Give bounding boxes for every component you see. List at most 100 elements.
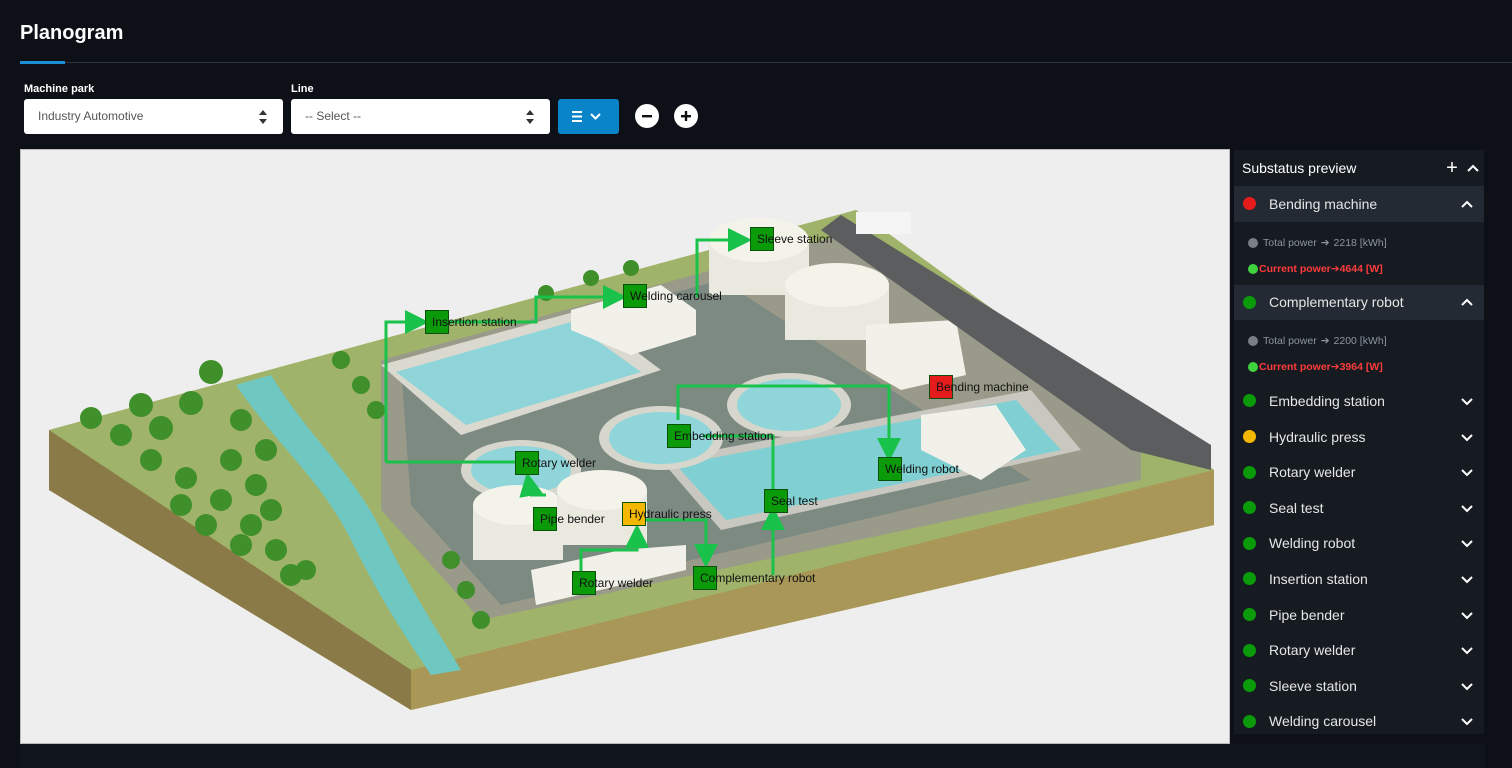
substatus-item[interactable]: Embedding station (1234, 383, 1484, 419)
substatus-item[interactable]: Pipe bender (1234, 597, 1484, 633)
chevron-down-icon[interactable] (1456, 498, 1478, 518)
status-dot (1243, 430, 1256, 444)
chevron-down-icon[interactable] (1456, 676, 1478, 696)
select-arrows-icon (526, 110, 534, 124)
title-accent (20, 61, 65, 64)
view-menu-button[interactable] (558, 99, 619, 134)
substatus-panel: Substatus preview + Bending machine Total… (1234, 150, 1484, 734)
substatus-item[interactable]: Sleeve station (1234, 668, 1484, 704)
map-marker-label: Pipe bender (540, 512, 605, 526)
substatus-item-name: Embedding station (1269, 392, 1385, 409)
chevron-down-icon[interactable] (1456, 711, 1478, 731)
status-dot (1243, 643, 1256, 657)
line-select[interactable]: -- Select -- (291, 99, 550, 134)
chevron-down-icon[interactable] (1456, 427, 1478, 447)
list-icon (572, 111, 601, 122)
map-marker-label: Bending machine (936, 380, 1029, 394)
status-dot (1248, 237, 1258, 248)
arrow-right-icon: ➔ (1330, 262, 1340, 275)
substatus-item[interactable]: Rotary welder (1234, 454, 1484, 490)
machine-park-label: Machine park (24, 83, 95, 95)
substatus-item-name: Pipe bender (1269, 606, 1345, 623)
map-marker-label: Welding robot (885, 462, 959, 476)
status-dot (1243, 394, 1256, 408)
substatus-item[interactable]: Welding robot (1234, 526, 1484, 562)
status-dot (1243, 295, 1256, 309)
substatus-list: Bending machine Total power ➔ 2218 [kWh] Cur… (1234, 186, 1484, 739)
map-marker-label: Seal test (771, 494, 818, 508)
map-marker-label: Embedding station (674, 429, 774, 443)
status-dot (1243, 608, 1256, 622)
substatus-item[interactable]: Seal test (1234, 490, 1484, 526)
line-value: -- Select -- (305, 109, 362, 123)
substatus-item[interactable]: Insertion station (1234, 561, 1484, 597)
total-power-row: Total power ➔ 2200 [kWh] (1248, 328, 1484, 354)
total-power-label: Total power (1263, 335, 1317, 348)
substatus-item-name: Rotary welder (1269, 642, 1356, 659)
substatus-item[interactable]: Bending machine (1234, 186, 1484, 222)
status-dot (1248, 362, 1258, 373)
substatus-item-name: Complementary robot (1269, 294, 1404, 311)
substatus-item[interactable]: Hydraulic press (1234, 419, 1484, 455)
substatus-title: Substatus preview (1242, 160, 1357, 176)
chevron-down-icon[interactable] (1456, 462, 1478, 482)
current-power-label: Current power (1259, 361, 1331, 374)
current-power-value: 4644 [W] (1339, 262, 1383, 275)
current-power-row: Current power ➔ 4644 [W] (1248, 256, 1484, 282)
chevron-up-icon[interactable] (1456, 292, 1478, 312)
substatus-item-name: Bending machine (1269, 195, 1378, 212)
chevron-up-icon[interactable] (1462, 158, 1484, 178)
total-power-row: Total power ➔ 2218 [kWh] (1248, 230, 1484, 256)
chevron-down-icon (590, 113, 601, 120)
substatus-item-name: Rotary welder (1269, 464, 1356, 481)
add-icon[interactable]: + (1442, 157, 1462, 180)
current-power-label: Current power (1259, 262, 1331, 275)
status-dot (1243, 679, 1256, 693)
arrow-right-icon: ➔ (1320, 236, 1330, 249)
bottom-strip (20, 744, 1485, 768)
substatus-item[interactable]: Complementary robot (1234, 284, 1484, 321)
status-dot (1248, 336, 1258, 347)
arrow-right-icon: ➔ (1330, 361, 1340, 374)
line-label: Line (291, 83, 314, 95)
map-marker-label: Complementary robot (700, 571, 816, 585)
chevron-down-icon[interactable] (1456, 605, 1478, 625)
chevron-down-icon[interactable] (1456, 569, 1478, 589)
chevron-up-icon[interactable] (1456, 194, 1478, 214)
substatus-detail: Total power ➔ 2200 [kWh] Current power ➔ 3964… (1234, 320, 1484, 384)
substatus-detail: Total power ➔ 2218 [kWh] Current power ➔ 4644… (1234, 221, 1484, 285)
zoom-out-button[interactable] (635, 104, 659, 128)
substatus-header: Substatus preview + (1234, 150, 1484, 186)
map-marker-label: Rotary welder (579, 576, 654, 590)
map-marker-label: Insertion station (432, 315, 517, 329)
substatus-item-name: Hydraulic press (1269, 428, 1366, 445)
status-dot (1243, 197, 1256, 211)
planogram-map[interactable] (20, 149, 1230, 744)
substatus-item[interactable]: Welding carousel (1234, 704, 1484, 740)
chevron-down-icon[interactable] (1456, 533, 1478, 553)
chevron-down-icon[interactable] (1456, 391, 1478, 411)
arrow-right-icon: ➔ (1320, 335, 1330, 348)
map-marker-label: Rotary welder (522, 456, 597, 470)
status-dot (1243, 572, 1256, 586)
status-dot (1243, 536, 1256, 550)
status-dot (1248, 263, 1258, 274)
current-power-value: 3964 [W] (1339, 361, 1383, 374)
minus-icon (642, 115, 652, 118)
substatus-item-name: Welding robot (1269, 535, 1356, 552)
map-marker-label: Sleeve station (757, 232, 833, 246)
page-title: Planogram (20, 22, 124, 44)
chevron-down-icon[interactable] (1456, 640, 1478, 660)
machine-park-select[interactable]: Industry Automotive (24, 99, 283, 134)
select-arrows-icon (259, 110, 267, 124)
zoom-in-button[interactable] (674, 104, 698, 128)
factory-illustration (49, 210, 1214, 710)
substatus-item[interactable]: Rotary welder (1234, 632, 1484, 668)
status-dot (1243, 465, 1256, 479)
status-dot (1243, 714, 1256, 728)
plus-icon (681, 111, 691, 121)
map-marker-label: Welding carousel (630, 289, 722, 303)
map-marker-label: Hydraulic press (629, 507, 712, 521)
substatus-item-name: Insertion station (1269, 570, 1368, 587)
substatus-item-name: Sleeve station (1269, 677, 1357, 694)
